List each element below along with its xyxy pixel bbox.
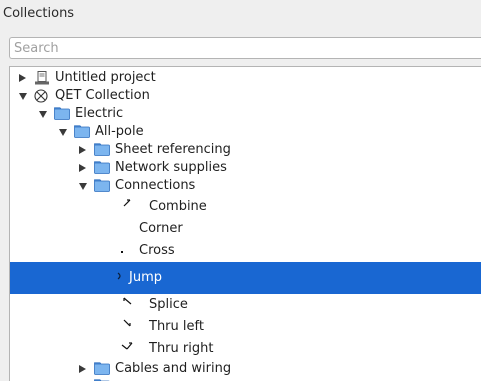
tree-item-label: Thru left (149, 319, 204, 334)
search-input[interactable] (10, 38, 481, 58)
collapse-arrow-icon[interactable] (39, 111, 47, 118)
tree-item-all-pole[interactable]: All-pole (10, 122, 481, 142)
expand-arrow-icon[interactable] (79, 146, 86, 154)
tree-item-jump[interactable]: Jump (10, 262, 481, 294)
tree-item-label: Splice (149, 297, 188, 312)
expand-arrow-icon[interactable] (19, 74, 26, 82)
expand-arrow-icon[interactable] (79, 164, 86, 172)
tree-item-label: Network supplies (115, 160, 227, 175)
collapse-arrow-icon[interactable] (59, 129, 67, 136)
collection-tree[interactable]: Untitled project QET Collection Electric… (9, 66, 481, 381)
jump-element-icon (115, 270, 125, 286)
tree-item-connections[interactable]: Connections (10, 176, 481, 196)
tree-item-thru-right[interactable]: Thru right (10, 339, 481, 359)
tree-item-qet-collection[interactable]: QET Collection (10, 86, 481, 106)
combine-element-icon (120, 197, 134, 215)
tree-item-label: Cross (139, 243, 175, 258)
tree-item-label: Electric (75, 106, 124, 121)
tree-item-network-supplies[interactable]: Network supplies (10, 158, 481, 178)
tree-item-splice[interactable]: Splice (10, 295, 481, 315)
tree-item-sheet-referencing[interactable]: Sheet referencing (10, 140, 481, 160)
tree-item-label: Sheet referencing (115, 142, 231, 157)
thru-left-element-icon (122, 318, 136, 334)
tree-item-label: Untitled project (55, 70, 156, 85)
tree-item-label: Connections (115, 178, 196, 193)
tree-item-partial[interactable] (10, 376, 481, 381)
collapse-arrow-icon[interactable] (79, 183, 87, 190)
tree-item-combine[interactable]: Combine (10, 197, 481, 217)
tree-item-label: Corner (139, 221, 183, 236)
thru-right-element-icon (120, 340, 136, 356)
tree-item-corner[interactable]: Corner (10, 219, 481, 239)
splice-element-icon (122, 296, 136, 312)
tree-item-label: QET Collection (55, 88, 150, 103)
tree-item-electric[interactable]: Electric (10, 104, 481, 124)
folder-icon (94, 179, 110, 196)
search-box[interactable] (9, 37, 481, 59)
tree-item-thru-left[interactable]: Thru left (10, 317, 481, 337)
tree-item-label: Jump (129, 270, 162, 285)
tree-item-label: All-pole (95, 124, 144, 139)
tree-item-label: Thru right (149, 341, 214, 356)
cross-element-icon (118, 245, 126, 260)
collapse-arrow-icon[interactable] (19, 93, 27, 100)
tree-item-untitled-project[interactable]: Untitled project (10, 68, 481, 88)
tree-item-label: Cables and wiring (115, 361, 232, 376)
tree-item-label: Combine (149, 199, 207, 214)
expand-arrow-icon[interactable] (79, 365, 86, 373)
tree-item-cross[interactable]: Cross (10, 241, 481, 261)
panel-title: Collections (3, 6, 75, 21)
collections-panel: Collections Untitled project (0, 0, 481, 381)
